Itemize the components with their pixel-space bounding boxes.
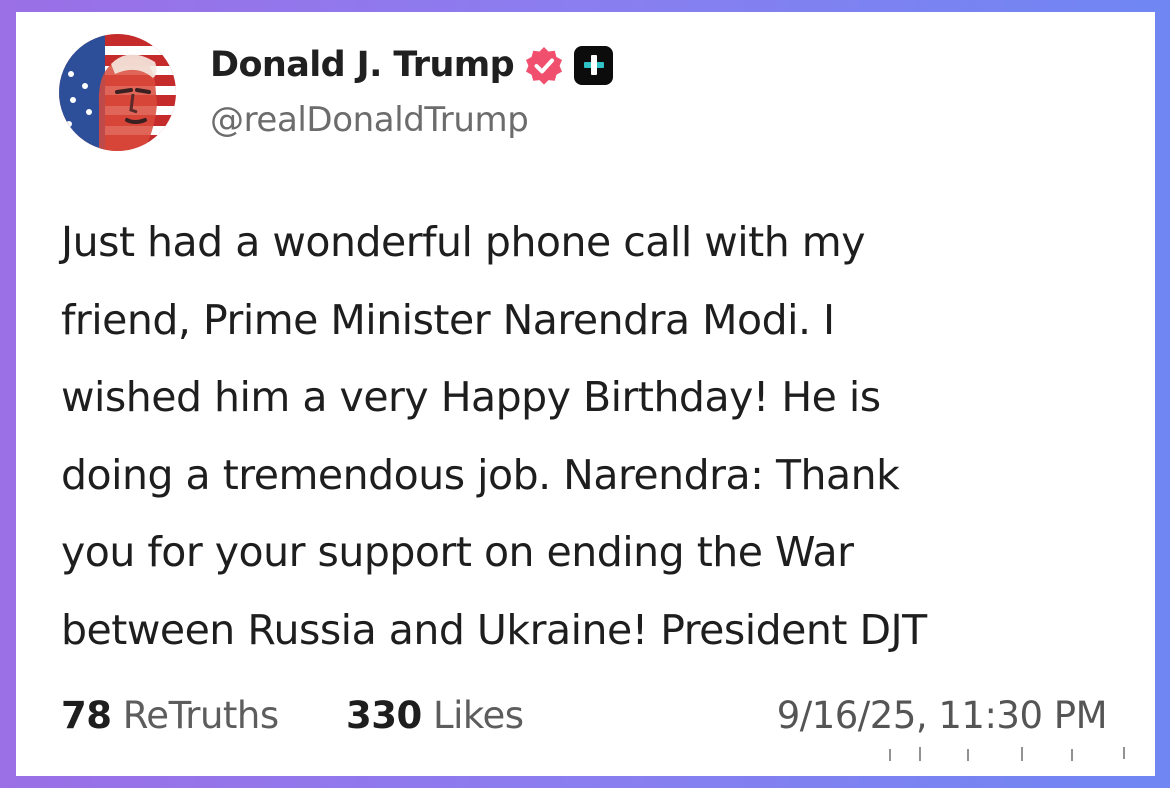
post-footer: 78 ReTruths 330 Likes 9/16/25, 11:30 PM [61, 690, 1121, 740]
post-line: you for your support on ending the War [61, 528, 854, 576]
retruths-label: ReTruths [122, 694, 279, 737]
post-timestamp[interactable]: 9/16/25, 11:30 PM [777, 694, 1108, 737]
post-line: Just had a wonderful phone call with my [61, 218, 865, 266]
watermark-logo [881, 741, 1125, 763]
post-body: Just had a wonderful phone call with my … [61, 204, 1141, 669]
retruths-stat[interactable]: 78 ReTruths [61, 694, 279, 737]
plus-badge-icon [574, 45, 614, 85]
user-handle[interactable]: @realDonaldTrump [210, 100, 529, 140]
avatar[interactable] [59, 34, 176, 151]
post-line: between Russia and Ukraine! President DJ… [61, 605, 927, 654]
retruths-count: 78 [61, 694, 112, 737]
portrait-flag-icon [59, 34, 176, 151]
post-card: Donald J. Trump @realDonaldTrump Just ha… [16, 12, 1155, 776]
likes-count: 330 [346, 694, 422, 737]
post-line: friend, Prime Minister Narendra Modi. I [61, 295, 835, 344]
name-row: Donald J. Trump [210, 42, 614, 88]
likes-label: Likes [433, 694, 524, 737]
display-name[interactable]: Donald J. Trump [210, 45, 515, 85]
post-line: doing a tremendous job. Narendra: Thank [61, 450, 900, 499]
likes-stat[interactable]: 330 Likes [346, 694, 524, 737]
post-line: wished him a very Happy Birthday! He is [61, 373, 881, 421]
verified-badge-icon [526, 47, 563, 85]
